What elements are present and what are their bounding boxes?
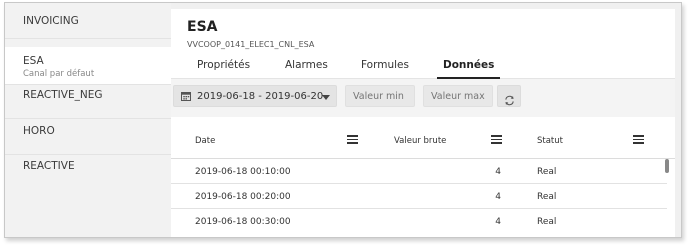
sidebar-item-label: REACTIVE [23, 160, 75, 172]
filter-toolbar: 2019-06-18 - 2019-06-20 [171, 79, 675, 117]
caret-down-icon [322, 95, 330, 100]
tab-proprietes[interactable]: Propriétés [197, 59, 250, 79]
cell-status: Real [537, 217, 557, 227]
menu-icon[interactable] [491, 135, 502, 144]
table-header: Date Valeur brute Statut [171, 123, 675, 159]
cell-value: 4 [495, 167, 501, 177]
cell-date: 2019-06-18 00:10:00 [195, 167, 291, 177]
main-panel: ESA VVCOOP_0141_ELEC1_CNL_ESA Propriétés… [171, 9, 675, 237]
sidebar-item-label: HORO [23, 125, 55, 137]
table-row[interactable]: 2019-06-18 00:30:00 4 Real [171, 210, 667, 234]
column-header-statut[interactable]: Statut [537, 136, 563, 146]
sidebar-item-invoicing[interactable]: INVOICING [5, 3, 171, 39]
refresh-button[interactable] [497, 85, 521, 107]
table-row[interactable]: 2019-06-18 00:10:00 4 Real [171, 160, 667, 184]
table-row[interactable]: 2019-06-18 00:20:00 4 Real [171, 185, 667, 209]
column-header-date[interactable]: Date [195, 136, 215, 146]
tab-donnees[interactable]: Données [437, 59, 501, 79]
sidebar: INVOICING ESA Canal par défaut REACTIVE_… [5, 3, 171, 237]
refresh-icon [504, 91, 515, 110]
page-title: ESA [187, 19, 218, 35]
cell-value: 4 [495, 217, 501, 227]
sidebar-item-sublabel: Canal par défaut [23, 69, 95, 79]
app-frame: INVOICING ESA Canal par défaut REACTIVE_… [4, 2, 682, 238]
cell-date: 2019-06-18 00:20:00 [195, 192, 291, 202]
sidebar-item-horo[interactable]: HORO [5, 119, 171, 155]
sidebar-item-label: ESA [23, 55, 44, 67]
menu-icon[interactable] [347, 135, 358, 144]
tab-bar: Propriétés Alarmes Formules Données [171, 59, 675, 79]
table-scrollbar[interactable] [665, 159, 669, 173]
sidebar-item-label: REACTIVE_NEG [23, 89, 103, 101]
calendar-icon [181, 91, 191, 104]
sidebar-item-label: INVOICING [23, 15, 79, 27]
cell-status: Real [537, 167, 557, 177]
page-subtitle: VVCOOP_0141_ELEC1_CNL_ESA [187, 40, 315, 49]
tab-alarmes[interactable]: Alarmes [285, 59, 328, 79]
sidebar-item-reactive[interactable]: REACTIVE [5, 155, 171, 191]
min-value-input[interactable] [345, 85, 415, 107]
menu-icon[interactable] [633, 135, 644, 144]
sidebar-item-esa[interactable]: ESA Canal par défaut [5, 47, 171, 85]
date-range-value: 2019-06-18 - 2019-06-20 [197, 91, 324, 102]
column-header-valeur-brute[interactable]: Valeur brute [394, 136, 446, 146]
cell-date: 2019-06-18 00:30:00 [195, 217, 291, 227]
tab-formules[interactable]: Formules [361, 59, 409, 79]
sidebar-item-reactive-neg[interactable]: REACTIVE_NEG [5, 85, 171, 119]
cell-value: 4 [495, 192, 501, 202]
max-value-input[interactable] [423, 85, 493, 107]
cell-status: Real [537, 192, 557, 202]
date-range-picker[interactable]: 2019-06-18 - 2019-06-20 [173, 85, 337, 107]
